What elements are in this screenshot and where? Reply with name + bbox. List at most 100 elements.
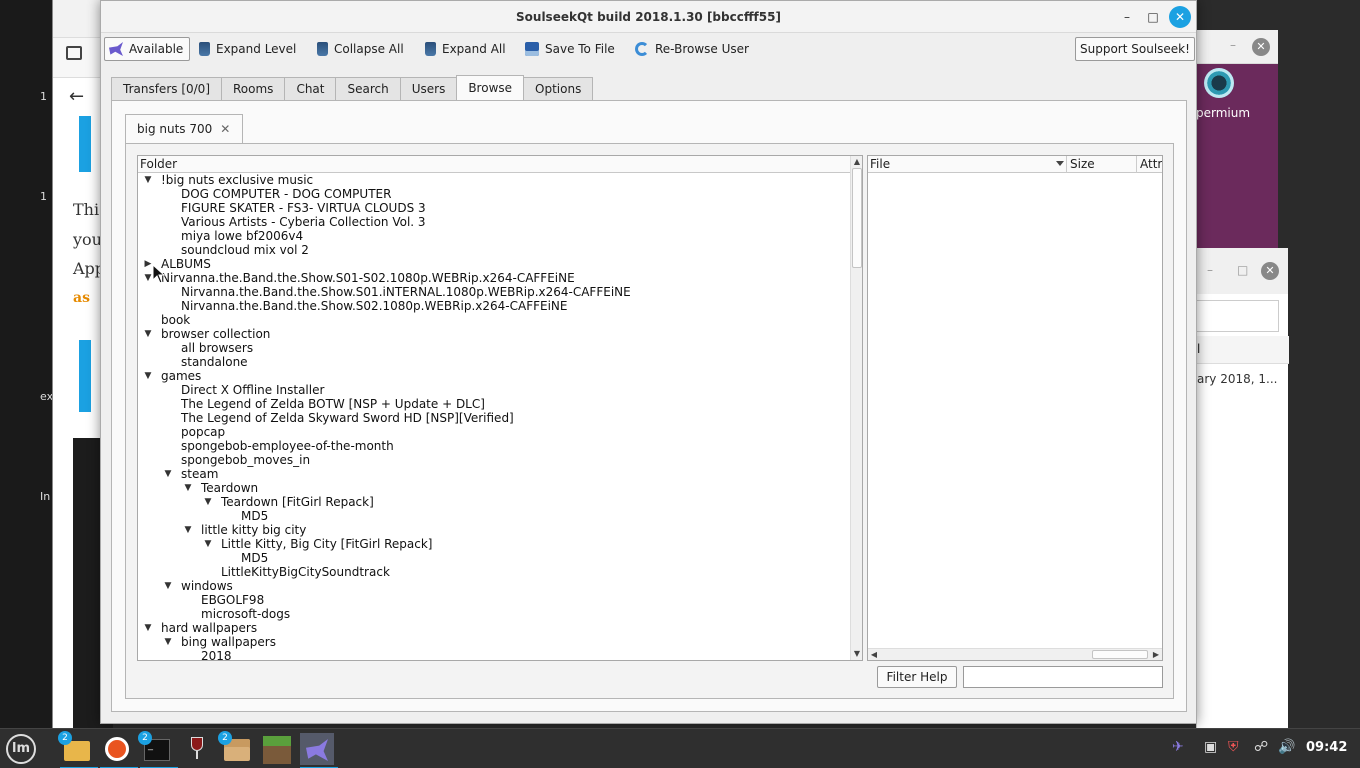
tree-row[interactable]: ▼ bing wallpapers <box>138 635 850 649</box>
volume-icon[interactable]: 🔊 <box>1278 739 1295 755</box>
tree-row[interactable]: ▼ steam <box>138 467 850 481</box>
tree-row[interactable]: ▼ Nirvanna.the.Band.the.Show.S01-S02.1080… <box>138 271 850 285</box>
tab-search[interactable]: Search <box>335 77 401 101</box>
taskbar-files[interactable]: 2 <box>58 731 98 768</box>
tree-row[interactable]: ▶ ALBUMS <box>138 257 850 271</box>
expanded-arrow-icon[interactable]: ▼ <box>163 579 173 593</box>
tree-row[interactable]: Nirvanna.the.Band.the.Show.S02.1080p.WEB… <box>138 299 850 313</box>
tree-row[interactable]: MD5 <box>138 551 850 565</box>
file-list[interactable]: File Size Attr ◀ ▶ <box>867 155 1163 661</box>
tree-row[interactable]: Nirvanna.the.Band.the.Show.S01.iNTERNAL.… <box>138 285 850 299</box>
tree-row[interactable]: popcap <box>138 425 850 439</box>
expanded-arrow-icon[interactable]: ▼ <box>183 523 193 537</box>
minimize-icon[interactable]: – <box>1207 263 1213 277</box>
tree-row[interactable]: MD5 <box>138 509 850 523</box>
expanded-arrow-icon[interactable]: ▼ <box>203 537 213 551</box>
tree-row[interactable]: ▼ Teardown [FitGirl Repack] <box>138 495 850 509</box>
tree-row[interactable]: soundcloud mix vol 2 <box>138 243 850 257</box>
vertical-scrollbar[interactable]: ▲ ▼ <box>850 156 862 660</box>
column-divider[interactable] <box>1136 156 1137 173</box>
expanded-arrow-icon[interactable]: ▼ <box>163 467 173 481</box>
expanded-arrow-icon[interactable]: ▼ <box>203 495 213 509</box>
taskbar-terminal[interactable]: _ 2 <box>138 731 178 768</box>
expand-level-button[interactable]: Expand Level <box>195 37 300 61</box>
background-search-box[interactable] <box>1197 300 1279 332</box>
tree-row[interactable]: 2018 <box>138 649 850 660</box>
tree-row[interactable]: book <box>138 313 850 327</box>
tab-users[interactable]: Users <box>399 77 458 101</box>
folder-tree[interactable]: Folder ▼ !big nuts exclusive music DOG COM… <box>137 155 863 661</box>
tab-chat[interactable]: Chat <box>284 77 337 101</box>
tab-rooms[interactable]: Rooms <box>221 77 286 101</box>
tree-row[interactable]: Direct X Offline Installer <box>138 383 850 397</box>
tree-row[interactable]: all browsers <box>138 341 850 355</box>
tree-row[interactable]: ▼ games <box>138 369 850 383</box>
scrollbar-thumb[interactable] <box>852 168 862 268</box>
minimize-button[interactable]: – <box>1117 7 1137 27</box>
scroll-down-icon[interactable]: ▼ <box>851 648 862 660</box>
list-item[interactable]: ary 2018, 1... <box>1197 372 1277 386</box>
expanded-arrow-icon[interactable]: ▼ <box>183 481 193 495</box>
horizontal-scrollbar[interactable]: ◀ ▶ <box>868 648 1162 660</box>
folder-column-header[interactable]: Folder <box>138 156 862 173</box>
tree-row[interactable]: ▼ Teardown <box>138 481 850 495</box>
tree-row[interactable]: FIGURE SKATER - FS3- VIRTUA CLOUDS 3 <box>138 201 850 215</box>
linux-mint-menu-icon[interactable]: lm <box>6 734 36 764</box>
save-to-file-button[interactable]: Save To File <box>521 37 619 61</box>
maximize-button[interactable]: □ <box>1143 7 1163 27</box>
attr-column-header[interactable]: Attr <box>1140 157 1162 171</box>
tab-transfers[interactable]: Transfers [0/0] <box>111 77 222 101</box>
tab-options[interactable]: Options <box>523 77 594 101</box>
scroll-up-icon[interactable]: ▲ <box>851 156 862 168</box>
close-tab-icon[interactable]: ✕ <box>220 122 230 136</box>
tree-row[interactable]: Various Artists - Cyberia Collection Vol… <box>138 215 850 229</box>
scroll-left-icon[interactable]: ◀ <box>868 649 880 660</box>
expanded-arrow-icon[interactable]: ▼ <box>143 173 153 187</box>
filter-help-button[interactable]: Filter Help <box>877 666 957 688</box>
close-icon[interactable]: ✕ <box>1261 262 1279 280</box>
expanded-arrow-icon[interactable]: ▼ <box>163 635 173 649</box>
taskbar-firefox[interactable] <box>100 733 138 768</box>
rebrowse-user-button[interactable]: Re-Browse User <box>631 37 753 61</box>
tree-row[interactable]: spongebob-employee-of-the-month <box>138 439 850 453</box>
close-icon[interactable]: ✕ <box>1252 38 1270 56</box>
clipboard-icon[interactable]: ▣ <box>1204 739 1217 755</box>
back-arrow-icon[interactable]: ← <box>69 86 84 107</box>
tree-row[interactable]: miya lowe bf2006v4 <box>138 229 850 243</box>
taskbar-wine[interactable] <box>180 733 214 765</box>
clock[interactable]: 09:42 <box>1306 740 1347 755</box>
tree-row[interactable]: spongebob_moves_in <box>138 453 850 467</box>
user-browse-tab[interactable]: big nuts 700 ✕ <box>125 114 244 144</box>
tree-row[interactable]: EBGOLF98 <box>138 593 850 607</box>
expand-all-button[interactable]: Expand All <box>421 37 510 61</box>
network-icon[interactable]: ☍ <box>1254 739 1268 755</box>
close-button[interactable]: ✕ <box>1169 6 1191 28</box>
collapse-all-button[interactable]: Collapse All <box>313 37 408 61</box>
filter-input[interactable] <box>963 666 1163 688</box>
tree-row[interactable]: ▼ browser collection <box>138 327 850 341</box>
soulseek-tray-icon[interactable]: ✈ <box>1172 739 1184 755</box>
taskbar-archive-manager[interactable]: 2 <box>218 731 254 765</box>
taskbar-soulseek[interactable] <box>300 733 338 768</box>
tree-row[interactable]: microsoft-dogs <box>138 607 850 621</box>
tab-browse[interactable]: Browse <box>456 75 525 101</box>
expanded-arrow-icon[interactable]: ▼ <box>143 621 153 635</box>
maximize-icon[interactable]: □ <box>1237 263 1248 277</box>
tree-row[interactable]: The Legend of Zelda Skyward Sword HD [NS… <box>138 411 850 425</box>
tree-row[interactable]: The Legend of Zelda BOTW [NSP + Update +… <box>138 397 850 411</box>
tree-row[interactable]: ▼ Little Kitty, Big City [FitGirl Repack] <box>138 537 850 551</box>
support-soulseek-button[interactable]: Support Soulseek! <box>1075 37 1195 61</box>
status-button[interactable]: Available <box>104 37 191 61</box>
tree-row[interactable]: ▼ hard wallpapers <box>138 621 850 635</box>
shield-icon[interactable]: ⛨ <box>1228 739 1239 755</box>
file-column-header[interactable]: File <box>870 157 890 171</box>
tree-row[interactable]: DOG COMPUTER - DOG COMPUTER <box>138 187 850 201</box>
tree-row[interactable]: ▼ windows <box>138 579 850 593</box>
size-column-header[interactable]: Size <box>1070 157 1095 171</box>
minimize-icon[interactable]: – <box>1230 38 1236 52</box>
scrollbar-thumb[interactable] <box>1092 650 1148 659</box>
scroll-right-icon[interactable]: ▶ <box>1150 649 1162 660</box>
tree-row[interactable]: ▼ little kitty big city <box>138 523 850 537</box>
expanded-arrow-icon[interactable]: ▼ <box>143 327 153 341</box>
tree-row[interactable]: standalone <box>138 355 850 369</box>
